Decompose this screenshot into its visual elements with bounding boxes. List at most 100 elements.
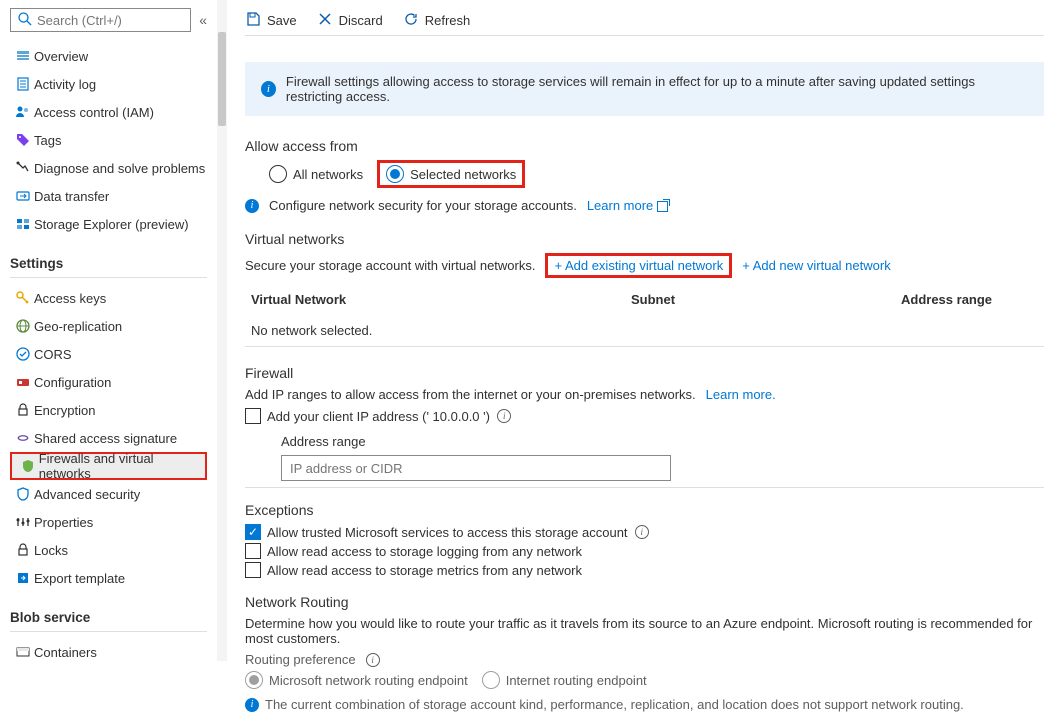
exceptions-heading: Exceptions <box>245 502 1044 518</box>
info-banner: i Firewall settings allowing access to s… <box>245 62 1044 116</box>
address-range-input[interactable] <box>281 455 671 481</box>
col-vnet: Virtual Network <box>251 292 631 307</box>
radio-ms-routing: Microsoft network routing endpoint <box>245 671 468 689</box>
nav-diagnose[interactable]: Diagnose and solve problems <box>10 154 207 182</box>
nav-advanced-security[interactable]: Advanced security <box>10 480 207 508</box>
nav-label: Access keys <box>34 291 106 306</box>
nav-label: Overview <box>34 49 88 64</box>
search-box[interactable] <box>10 8 191 32</box>
routing-heading: Network Routing <box>245 594 1044 610</box>
info-tooltip-icon[interactable]: i <box>366 653 380 667</box>
section-blob: Blob service <box>10 610 207 625</box>
radio-all-networks[interactable]: All networks <box>269 165 363 183</box>
nav-cors[interactable]: CORS <box>10 340 207 368</box>
info-tooltip-icon[interactable]: i <box>635 525 649 539</box>
firewall-heading: Firewall <box>245 365 1044 381</box>
routing-pref-label: Routing preference <box>245 652 356 667</box>
search-input[interactable] <box>37 13 184 28</box>
save-icon <box>245 11 261 31</box>
nav-export-template[interactable]: Export template <box>10 564 207 592</box>
nav-label: Encryption <box>34 403 95 418</box>
nav-label: Locks <box>34 543 68 558</box>
nav-activity-log[interactable]: Activity log <box>10 70 207 98</box>
learn-more-link[interactable]: Learn more <box>587 198 668 213</box>
add-new-vnet-link[interactable]: + Add new virtual network <box>742 258 891 273</box>
firewall-desc: Add IP ranges to allow access from the i… <box>245 387 696 402</box>
save-button[interactable]: Save <box>245 11 297 31</box>
address-range-label: Address range <box>281 434 1044 449</box>
nav-label: Export template <box>34 571 125 586</box>
config-security-text: Configure network security for your stor… <box>269 198 577 213</box>
key-icon <box>12 290 34 306</box>
checkbox-metrics[interactable] <box>245 562 261 578</box>
checkbox-client-ip[interactable] <box>245 408 261 424</box>
search-icon <box>17 11 33 30</box>
diagnose-icon <box>12 160 34 176</box>
scrollbar-thumb[interactable] <box>218 32 226 126</box>
allow-access-label: Allow access from <box>245 138 1044 154</box>
col-address-range: Address range <box>901 292 1038 307</box>
nav-label: Configuration <box>34 375 111 390</box>
nav-label: Containers <box>34 645 97 660</box>
nav-tags[interactable]: Tags <box>10 126 207 154</box>
discard-icon <box>317 11 333 31</box>
external-link-icon <box>657 201 668 212</box>
firewall-icon <box>18 458 39 474</box>
properties-icon <box>12 514 34 530</box>
nav-label: CORS <box>34 347 72 362</box>
nav-overview[interactable]: Overview <box>10 42 207 70</box>
config-icon <box>12 374 34 390</box>
nav-encryption[interactable]: Encryption <box>10 396 207 424</box>
export-icon <box>12 570 34 586</box>
info-icon: i <box>245 199 259 213</box>
checkbox-logging[interactable] <box>245 543 261 559</box>
iam-icon <box>12 104 34 120</box>
nav-properties[interactable]: Properties <box>10 508 207 536</box>
info-icon: i <box>245 698 259 712</box>
nav-storage-explorer[interactable]: Storage Explorer (preview) <box>10 210 207 238</box>
radio-selected-networks[interactable]: Selected networks <box>386 165 516 183</box>
sidebar-scrollbar[interactable] <box>217 0 227 661</box>
col-subnet: Subnet <box>631 292 901 307</box>
nav-label: Diagnose and solve problems <box>34 161 205 176</box>
nav-data-transfer[interactable]: Data transfer <box>10 182 207 210</box>
discard-button[interactable]: Discard <box>317 11 383 31</box>
cors-icon <box>12 346 34 362</box>
activity-log-icon <box>12 76 34 92</box>
nav-locks[interactable]: Locks <box>10 536 207 564</box>
nav-firewalls-vnets[interactable]: Firewalls and virtual networks <box>10 452 207 480</box>
firewall-learn-more-link[interactable]: Learn more. <box>706 387 776 402</box>
nav-sas[interactable]: Shared access signature <box>10 424 207 452</box>
nav-label: Tags <box>34 133 61 148</box>
nav-containers[interactable]: Containers <box>10 638 207 661</box>
info-text: Firewall settings allowing access to sto… <box>286 74 1028 104</box>
toolbar: Save Discard Refresh <box>245 6 1044 36</box>
add-existing-vnet-link[interactable]: + Add existing virtual network <box>554 258 723 273</box>
info-icon: i <box>261 81 276 97</box>
routing-desc: Determine how you would like to route yo… <box>245 616 1044 646</box>
nav-access-keys[interactable]: Access keys <box>10 284 207 312</box>
containers-icon <box>12 644 34 660</box>
highlight-add-existing: + Add existing virtual network <box>545 253 732 278</box>
refresh-icon <box>403 11 419 31</box>
add-client-ip-label: Add your client IP address (' 10.0.0.0 '… <box>267 409 490 424</box>
sas-icon <box>12 430 34 446</box>
checkbox-trusted-services[interactable] <box>245 524 261 540</box>
storage-explorer-icon <box>12 216 34 232</box>
collapse-sidebar-icon[interactable]: « <box>199 12 207 28</box>
nav-label: Data transfer <box>34 189 109 204</box>
info-tooltip-icon[interactable]: i <box>497 409 511 423</box>
refresh-button[interactable]: Refresh <box>403 11 471 31</box>
overview-icon <box>12 48 34 64</box>
vnet-table-header: Virtual Network Subnet Address range <box>245 284 1044 315</box>
nav-access-control[interactable]: Access control (IAM) <box>10 98 207 126</box>
highlight-selected-networks: Selected networks <box>377 160 525 188</box>
nav-label: Firewalls and virtual networks <box>39 451 199 481</box>
radio-internet-routing: Internet routing endpoint <box>482 671 647 689</box>
nav-label: Access control (IAM) <box>34 105 154 120</box>
main-content: Save Discard Refresh i Firewall settings… <box>227 0 1054 661</box>
encryption-icon <box>12 402 34 418</box>
nav-geo-replication[interactable]: Geo-replication <box>10 312 207 340</box>
data-transfer-icon <box>12 188 34 204</box>
nav-configuration[interactable]: Configuration <box>10 368 207 396</box>
